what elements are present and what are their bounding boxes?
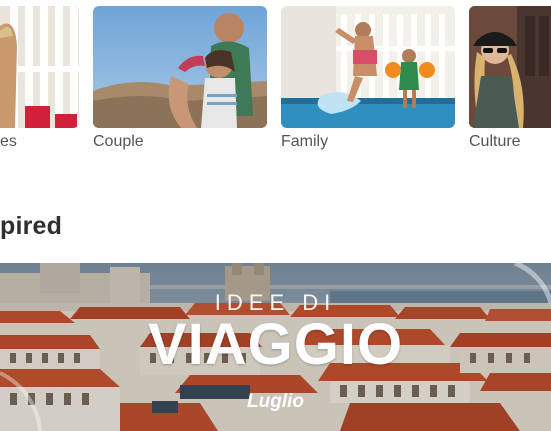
category-card-couple[interactable]: Couple	[93, 6, 267, 152]
category-thumbnail[interactable]	[469, 6, 551, 128]
category-carousel: es Couple Family Culture	[0, 0, 551, 170]
banner-text-overlay: IDEE DI VIAGGIO Luglio	[0, 263, 551, 431]
category-label: Couple	[93, 133, 144, 150]
category-thumbnail[interactable]	[281, 6, 455, 128]
page: es Couple Family Culture pired IDEE DI V…	[0, 0, 551, 431]
banner-title: VIAGGIO	[147, 312, 404, 377]
category-label: Family	[281, 133, 329, 150]
category-thumbnail[interactable]	[0, 6, 79, 128]
category-card-partial[interactable]: es	[0, 6, 79, 152]
category-label: es	[0, 133, 17, 150]
category-label: Culture	[469, 133, 521, 150]
section-heading: pired	[0, 212, 63, 240]
travel-ideas-banner[interactable]: IDEE DI VIAGGIO Luglio	[0, 263, 551, 431]
category-thumbnail[interactable]	[93, 6, 267, 128]
category-card-family[interactable]: Family	[281, 6, 455, 152]
category-card-culture[interactable]: Culture	[469, 6, 551, 152]
banner-subtitle: Luglio	[247, 391, 304, 412]
